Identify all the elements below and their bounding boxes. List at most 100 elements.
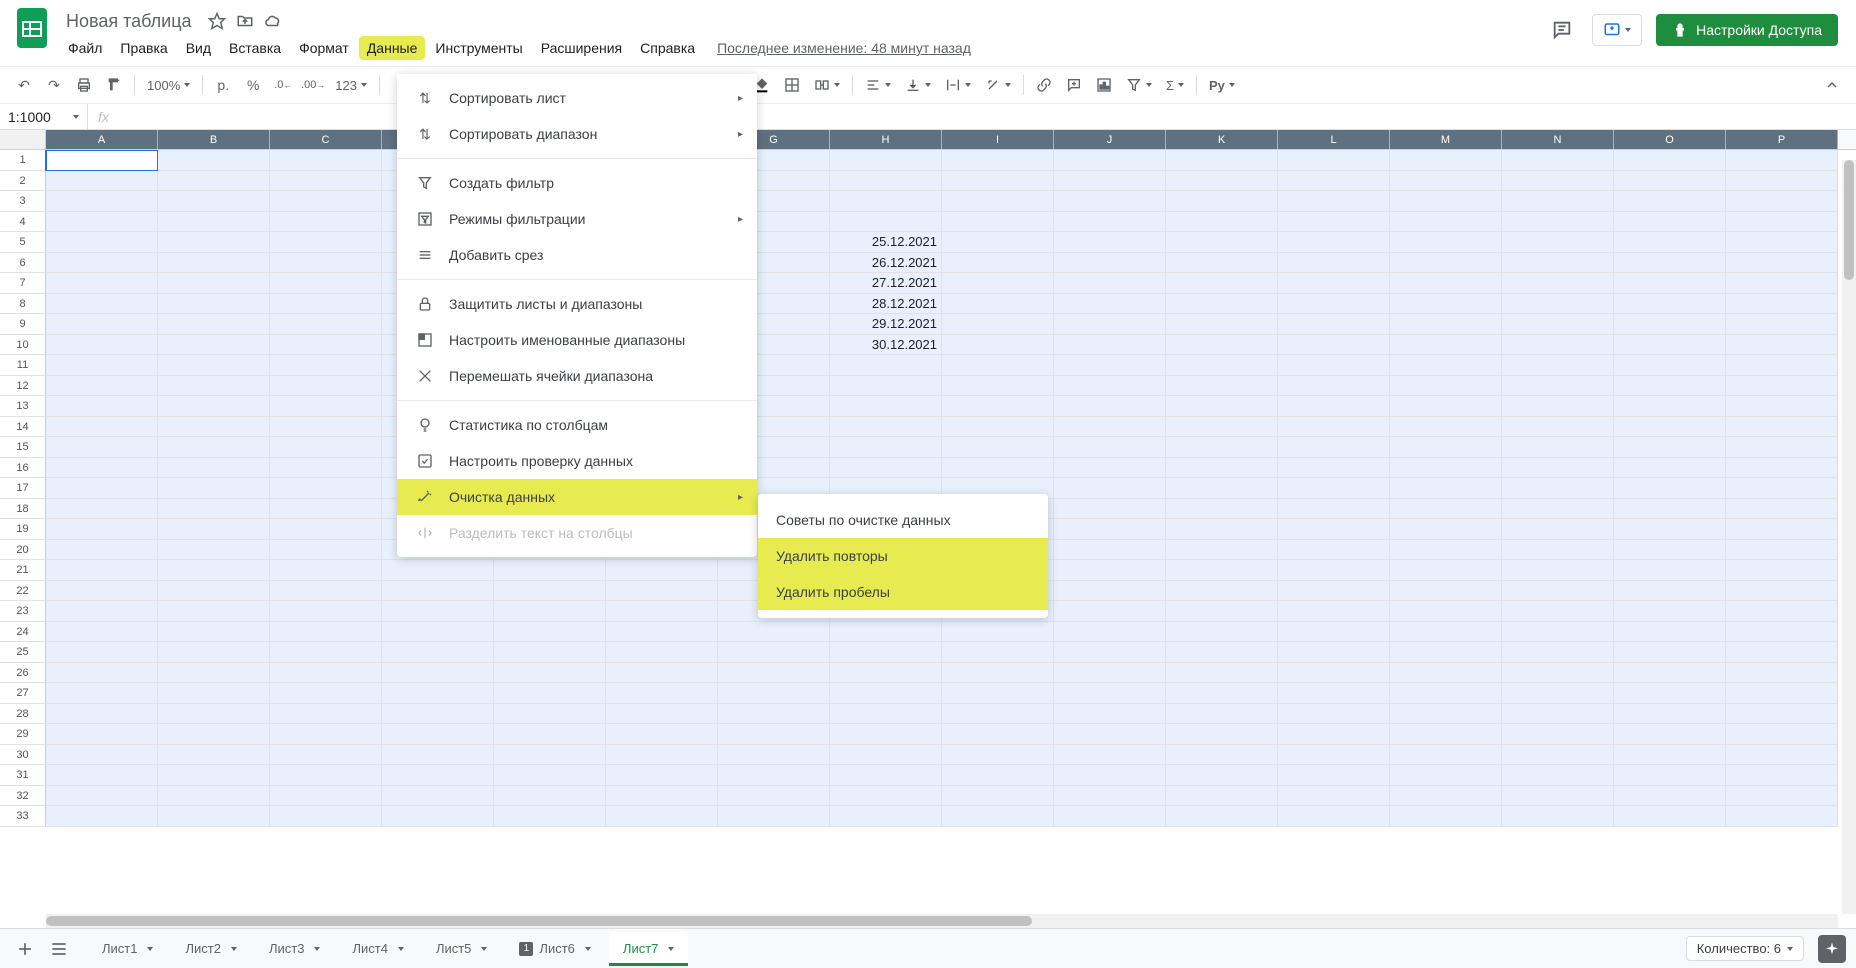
cell[interactable] [830,622,942,643]
menuitem-randomize-range[interactable]: Перемешать ячейки диапазона [397,358,757,394]
cell[interactable] [1726,560,1838,581]
cell[interactable] [1726,355,1838,376]
cell[interactable] [1726,212,1838,233]
cell[interactable] [270,601,382,622]
cell[interactable] [270,683,382,704]
menuitem-protect-sheets[interactable]: Защитить листы и диапазоны [397,286,757,322]
cell[interactable] [1502,253,1614,274]
cell[interactable] [1390,212,1502,233]
cell[interactable] [1166,273,1278,294]
cell[interactable] [494,622,606,643]
insert-chart-button[interactable] [1090,71,1118,99]
cell[interactable] [1278,437,1390,458]
cell[interactable] [46,314,158,335]
cell[interactable] [1614,171,1726,192]
cell[interactable] [1726,335,1838,356]
cell[interactable] [1614,806,1726,827]
cell[interactable] [270,253,382,274]
cell[interactable] [270,171,382,192]
cell[interactable] [382,683,494,704]
cell[interactable] [1726,294,1838,315]
cell[interactable] [1054,396,1166,417]
cell[interactable] [1502,806,1614,827]
row-header[interactable]: 16 [0,458,46,479]
menu-format[interactable]: Формат [291,36,357,60]
cell[interactable]: 28.12.2021 [830,294,942,315]
cell[interactable] [1166,437,1278,458]
cell[interactable] [46,437,158,458]
menuitem-data-cleanup[interactable]: Очистка данных▸ [397,479,757,515]
cell[interactable] [1726,273,1838,294]
cell[interactable] [270,765,382,786]
cell[interactable] [606,560,718,581]
cell[interactable] [606,806,718,827]
cell[interactable] [46,540,158,561]
cell[interactable] [1278,314,1390,335]
cell[interactable] [1614,273,1726,294]
cell[interactable] [270,642,382,663]
cell[interactable] [1390,540,1502,561]
cell[interactable] [270,458,382,479]
cell[interactable] [942,683,1054,704]
cell[interactable] [1278,519,1390,540]
cell[interactable] [1614,745,1726,766]
cell[interactable] [1278,786,1390,807]
cell[interactable] [718,724,830,745]
cell[interactable] [1390,786,1502,807]
cell[interactable] [382,765,494,786]
cell[interactable] [46,806,158,827]
decrease-decimal-button[interactable]: .0← [269,71,297,99]
cell[interactable] [46,560,158,581]
cell[interactable] [1614,581,1726,602]
cell[interactable] [606,786,718,807]
cell[interactable] [1502,171,1614,192]
cell[interactable] [270,745,382,766]
row-header[interactable]: 24 [0,622,46,643]
cell[interactable] [606,581,718,602]
cell[interactable] [718,786,830,807]
row-header[interactable]: 15 [0,437,46,458]
cell[interactable] [1614,253,1726,274]
insert-link-button[interactable] [1030,71,1058,99]
cell[interactable] [606,601,718,622]
cell[interactable] [1054,191,1166,212]
cell[interactable] [382,663,494,684]
cell[interactable] [942,765,1054,786]
menu-help[interactable]: Справка [632,36,703,60]
cell[interactable] [1278,560,1390,581]
row-header[interactable]: 20 [0,540,46,561]
cell[interactable] [1054,724,1166,745]
increase-decimal-button[interactable]: .00→ [299,71,327,99]
cell[interactable] [494,786,606,807]
cell[interactable] [1726,540,1838,561]
cell[interactable] [158,540,270,561]
cell[interactable] [1166,458,1278,479]
cell[interactable] [1278,540,1390,561]
explore-button[interactable] [1818,935,1846,963]
cell[interactable] [1278,601,1390,622]
cell[interactable] [46,786,158,807]
cell[interactable] [942,355,1054,376]
cell[interactable] [1502,724,1614,745]
cell[interactable] [158,396,270,417]
cell[interactable] [158,294,270,315]
cell[interactable] [830,663,942,684]
row-header[interactable]: 6 [0,253,46,274]
cell[interactable] [158,765,270,786]
cell[interactable] [1054,560,1166,581]
cell[interactable] [718,622,830,643]
text-wrap-button[interactable] [939,77,977,93]
row-header[interactable]: 9 [0,314,46,335]
cell[interactable] [718,642,830,663]
cell[interactable] [1502,232,1614,253]
cell[interactable] [1166,212,1278,233]
cell[interactable] [830,437,942,458]
cell[interactable] [1166,786,1278,807]
cell[interactable] [1614,417,1726,438]
cell[interactable] [1166,314,1278,335]
row-header[interactable]: 19 [0,519,46,540]
submenuitem-cleanup-suggestions[interactable]: Советы по очистке данных [758,502,1048,538]
cell[interactable] [830,376,942,397]
cell[interactable] [270,335,382,356]
cell[interactable] [46,745,158,766]
